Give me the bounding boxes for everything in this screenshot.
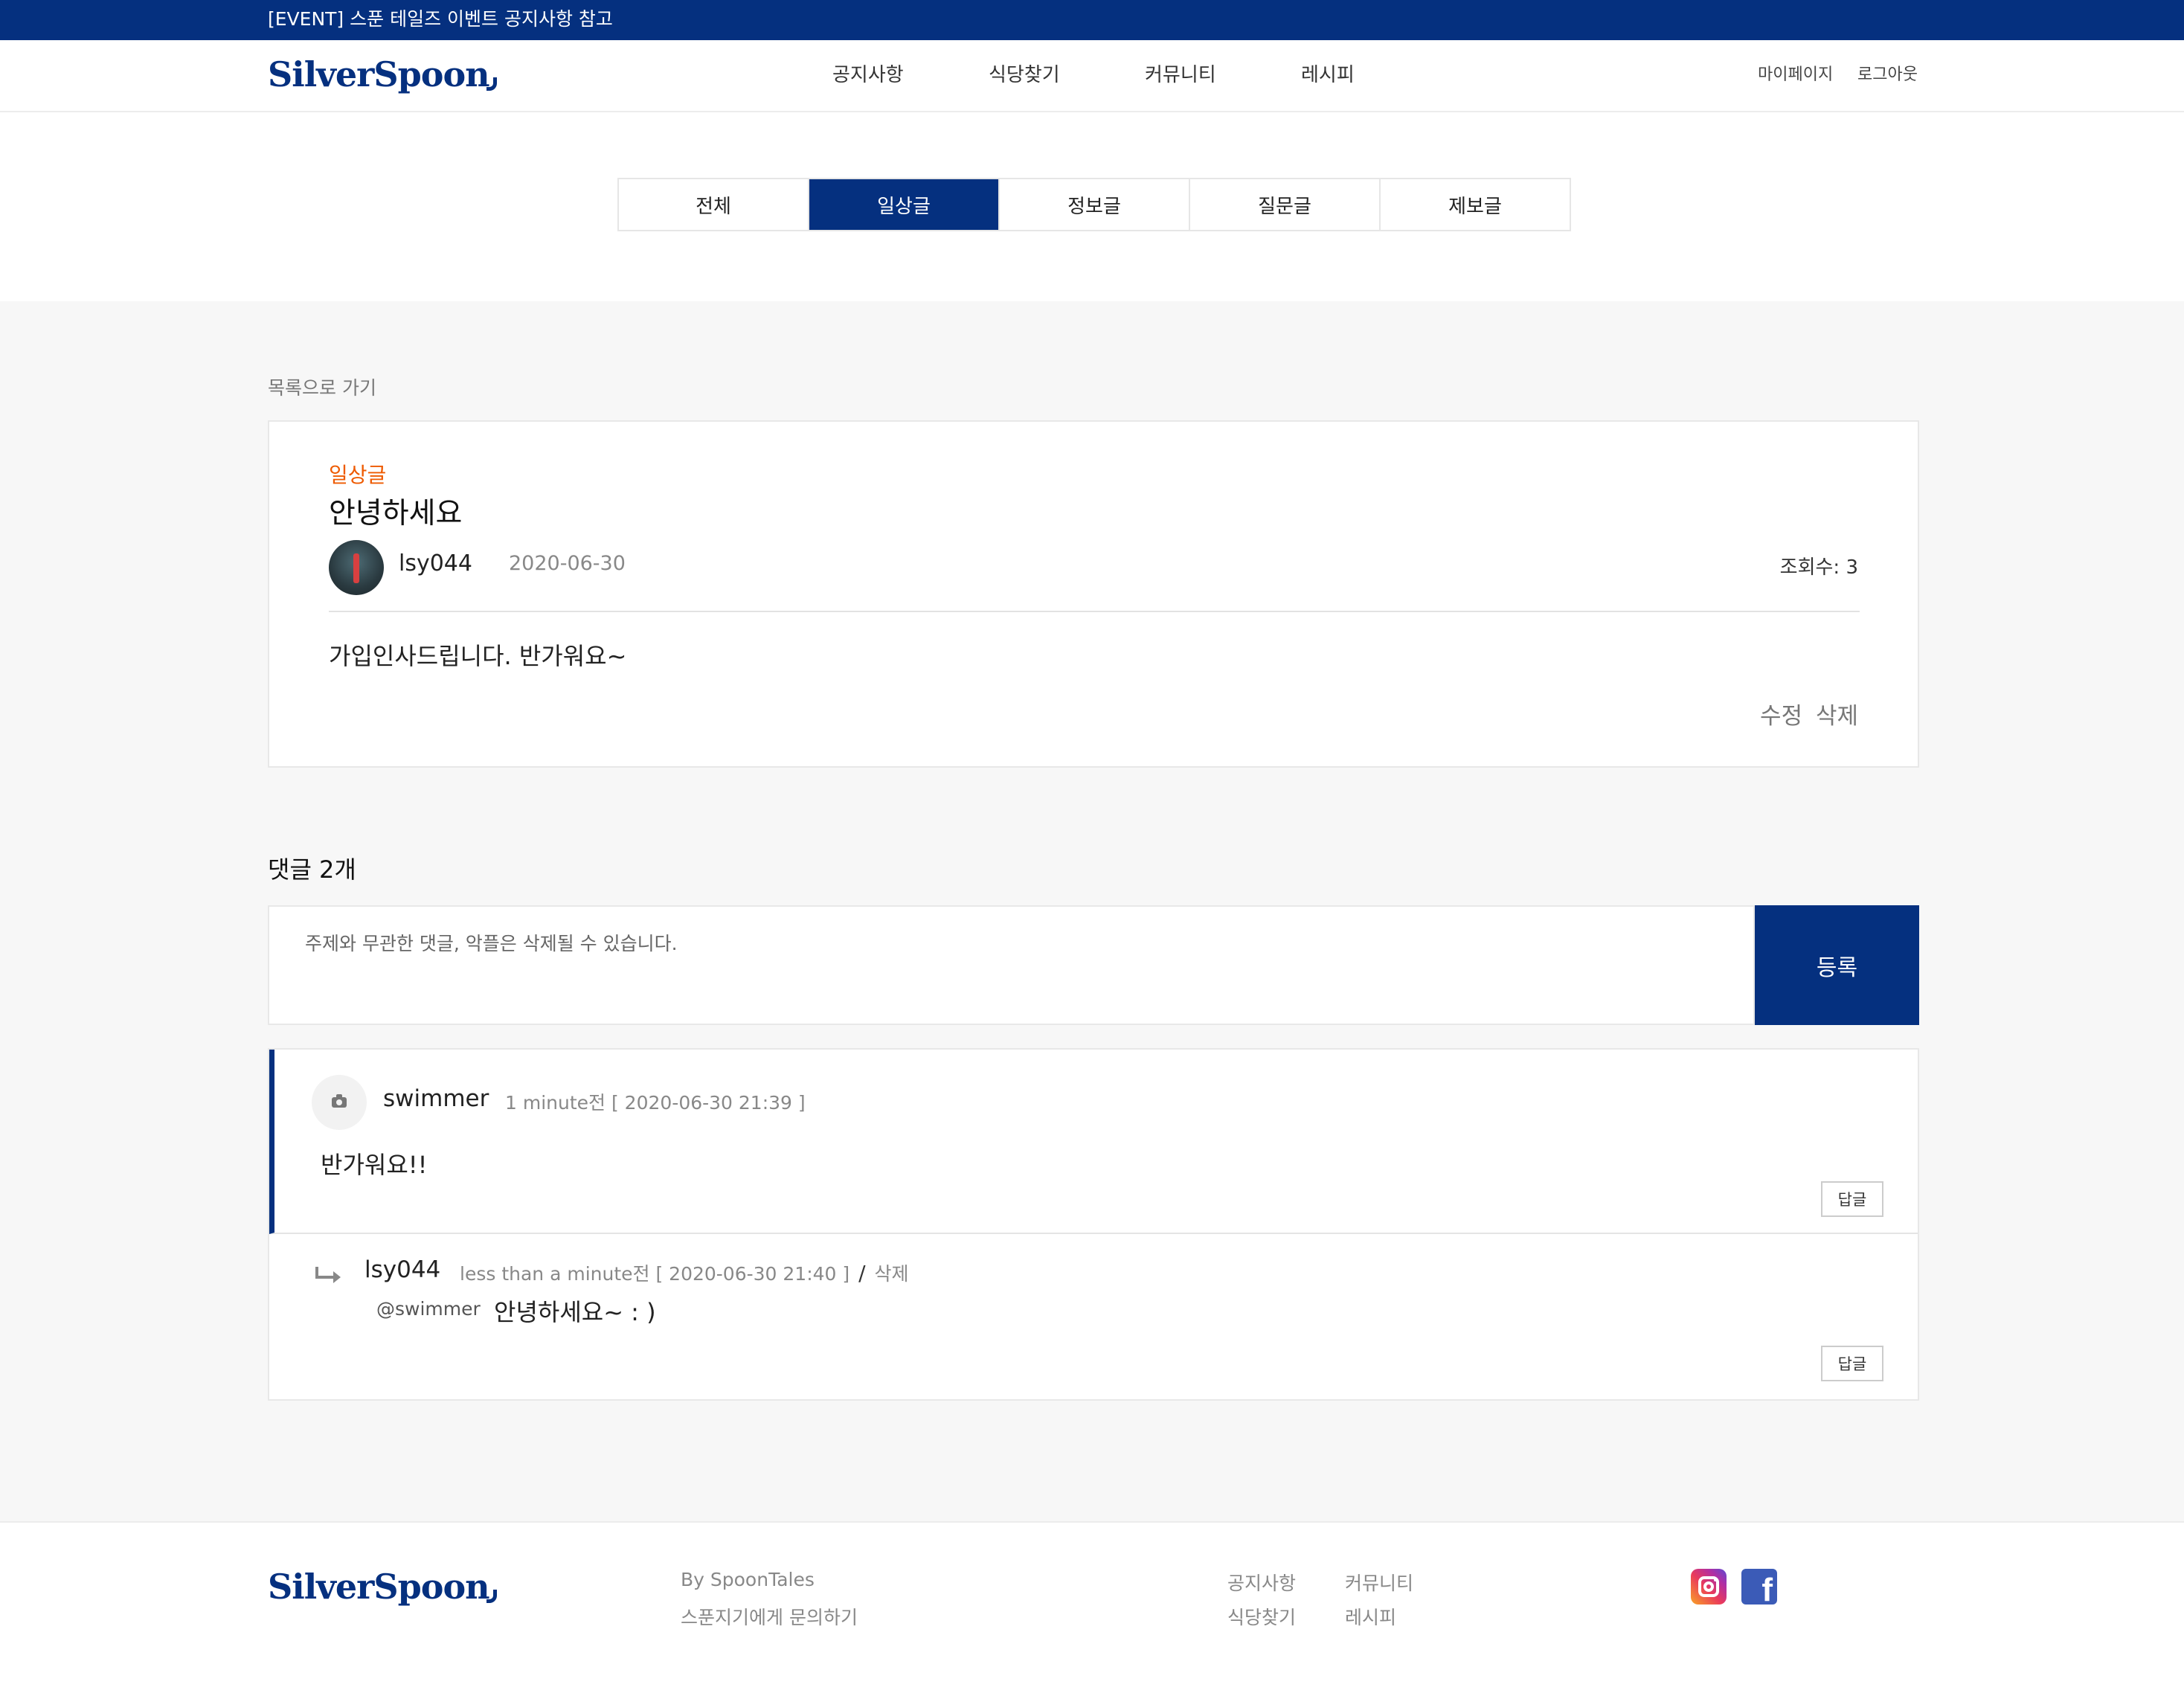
event-banner[interactable]: [EVENT] 스푼 테일즈 이벤트 공지사항 참고: [0, 0, 2184, 40]
commenter-avatar: [312, 1075, 367, 1130]
nav-community[interactable]: 커뮤니티: [1145, 62, 1216, 88]
post-author: lsy044: [399, 550, 472, 576]
footer-company: By SpoonTales: [681, 1569, 815, 1590]
site-footer: SilverSpoon By SpoonTales 스푼지기에게 문의하기 공지…: [0, 1521, 2184, 1696]
edit-post-button[interactable]: 수정: [1760, 703, 1802, 730]
footer-logo[interactable]: SilverSpoon: [268, 1566, 497, 1607]
footer-link-notice[interactable]: 공지사항: [1227, 1569, 1296, 1596]
delete-reply-button[interactable]: 삭제: [875, 1263, 909, 1285]
delete-post-button[interactable]: 삭제: [1816, 703, 1858, 730]
camera-icon: [332, 1094, 347, 1108]
reply-mention: @swimmer: [376, 1298, 481, 1320]
reply-arrow-icon: [315, 1267, 341, 1283]
comment-item: swimmer 1 minute전 [ 2020-06-30 21:39 ] 반…: [269, 1050, 1918, 1234]
tab-daily[interactable]: 일상글: [809, 179, 1000, 230]
comment-author: swimmer: [383, 1085, 489, 1112]
reply-button[interactable]: 답글: [1821, 1346, 1883, 1381]
footer-link-community[interactable]: 커뮤니티: [1345, 1569, 1413, 1596]
post-view-count: 조회수: 3: [1779, 556, 1858, 579]
reply-separator: /: [858, 1261, 866, 1285]
comment-form: 등록: [268, 905, 1919, 1025]
nav-notice[interactable]: 공지사항: [832, 62, 904, 88]
post-actions: 수정 삭제: [1754, 697, 1858, 730]
divider: [329, 611, 1860, 612]
post-card: 일상글 안녕하세요 lsy044 2020-06-30 조회수: 3 가입인사드…: [268, 420, 1919, 768]
reply-item: lsy044 less than a minute전 [ 2020-06-30 …: [269, 1234, 1918, 1399]
site-header: SilverSpoon 공지사항 식당찾기 커뮤니티 레시피 마이페이지 로그아…: [0, 40, 2184, 112]
reply-author: lsy044: [364, 1256, 441, 1283]
site-logo[interactable]: SilverSpoon: [268, 54, 497, 95]
post-date: 2020-06-30: [509, 552, 626, 575]
tab-info[interactable]: 정보글: [1000, 179, 1190, 230]
footer-link-recipe[interactable]: 레시피: [1345, 1603, 1396, 1630]
comment-count: 댓글 2개: [268, 855, 356, 884]
submit-comment-button[interactable]: 등록: [1755, 905, 1919, 1025]
nav-recipe[interactable]: 레시피: [1301, 62, 1355, 88]
post-title: 안녕하세요: [329, 497, 463, 530]
event-banner-text[interactable]: [EVENT] 스푼 테일즈 이벤트 공지사항 참고: [268, 8, 613, 30]
footer-contact-link[interactable]: 스푼지기에게 문의하기: [681, 1603, 858, 1630]
comment-input[interactable]: [268, 905, 1755, 1025]
mypage-link[interactable]: 마이페이지: [1758, 64, 1833, 86]
reply-meta: less than a minute전 [ 2020-06-30 21:40 ]…: [460, 1259, 909, 1286]
reply-body: 안녕하세요~ : ): [494, 1298, 656, 1326]
facebook-icon[interactable]: f: [1741, 1569, 1777, 1605]
post-body: 가입인사드립니다. 반가워요~: [329, 642, 627, 670]
reply-button[interactable]: 답글: [1821, 1181, 1883, 1217]
tab-all[interactable]: 전체: [619, 179, 809, 230]
author-avatar: [329, 540, 384, 595]
footer-link-restaurant-finder[interactable]: 식당찾기: [1227, 1603, 1296, 1630]
comment-list: swimmer 1 minute전 [ 2020-06-30 21:39 ] 반…: [268, 1048, 1919, 1401]
comment-timestamp: 1 minute전 [ 2020-06-30 21:39 ]: [505, 1092, 806, 1114]
category-tabs: 전체 일상글 정보글 질문글 제보글: [617, 178, 1571, 231]
comment-body: 반가워요!!: [321, 1151, 428, 1179]
post-category: 일상글: [329, 463, 387, 487]
reply-timestamp: less than a minute전 [ 2020-06-30 21:40 ]: [460, 1263, 850, 1285]
back-to-list-link[interactable]: 목록으로 가기: [268, 373, 376, 400]
tab-question[interactable]: 질문글: [1190, 179, 1381, 230]
logout-link[interactable]: 로그아웃: [1857, 64, 1918, 86]
nav-restaurant-finder[interactable]: 식당찾기: [989, 62, 1060, 88]
instagram-icon[interactable]: [1691, 1569, 1727, 1605]
tab-report[interactable]: 제보글: [1381, 179, 1570, 230]
